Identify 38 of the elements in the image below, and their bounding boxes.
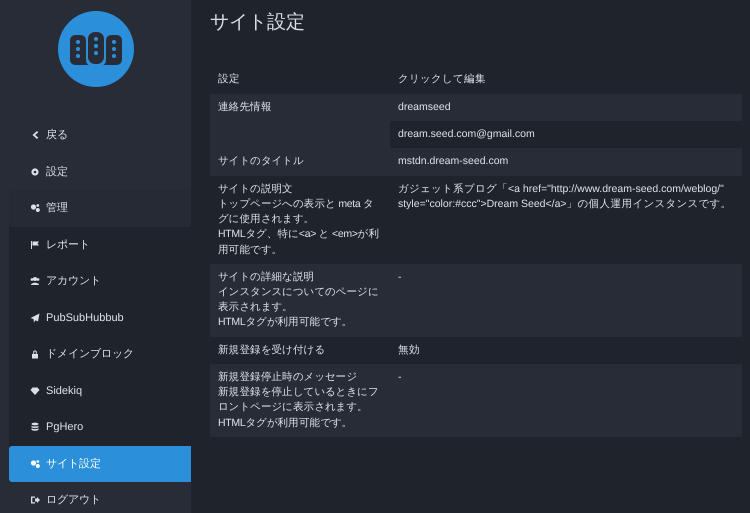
lock-icon <box>30 349 40 360</box>
setting-value[interactable]: 無効 <box>390 336 742 364</box>
logo-icon <box>58 11 134 87</box>
setting-label: サイトの説明文 トップページへの表示と meta タグに使用されます。 HTMLタグ、特に<a> と <em>が利用可能です。 <box>210 176 390 264</box>
paper-plane-icon <box>30 312 40 323</box>
database-icon <box>30 422 40 432</box>
sidebar-item[interactable]: ログアウト <box>0 482 191 513</box>
sidebar-item[interactable]: 戻る <box>0 117 191 154</box>
gear-icon <box>30 166 40 177</box>
setting-label: サイトのタイトル <box>210 148 390 176</box>
setting-value[interactable]: - <box>390 364 742 437</box>
sidebar-item[interactable]: レポート <box>9 226 191 263</box>
column-header: 設定 <box>210 64 390 94</box>
column-header: クリックして編集 <box>390 64 742 94</box>
page-title: サイト設定 <box>210 12 306 35</box>
setting-label: 新規登録を受け付ける <box>210 336 390 364</box>
setting-label: 連絡先情報 <box>210 94 390 148</box>
flag-icon <box>30 240 40 250</box>
diamond-icon <box>30 386 40 396</box>
users-icon <box>30 276 40 286</box>
setting-value[interactable]: dreamseed <box>390 94 742 122</box>
sidebar-item[interactable]: 管理 <box>9 190 191 226</box>
sidebar-item[interactable]: アカウント <box>9 263 191 300</box>
sidebar-item[interactable]: Sidekiq <box>9 372 191 409</box>
gears-icon <box>30 458 40 469</box>
sidebar-item[interactable]: PubSubHubbub <box>9 300 191 336</box>
sidebar-item[interactable]: PgHero <box>9 409 191 446</box>
setting-value[interactable]: mstdn.dream-seed.com <box>390 148 742 176</box>
setting-value[interactable]: - <box>390 264 742 337</box>
sign-out-icon <box>30 495 40 506</box>
chevron-left-icon <box>30 130 40 140</box>
setting-value[interactable]: dream.seed.com@gmail.com <box>390 121 742 148</box>
gears-icon <box>30 203 40 214</box>
setting-label: 新規登録停止時のメッセージ 新規登録を停止しているときにフロントページに表示されます。 HTMLタグが利用可能です。 <box>210 364 390 437</box>
sidebar-item[interactable]: 設定 <box>0 154 191 190</box>
sidebar-item[interactable]: ドメインブロック <box>9 336 191 372</box>
setting-label: サイトの詳細な説明 インスタンスについてのページに表示されます。 HTMLタグが利用可能です。 <box>210 264 390 337</box>
setting-value[interactable]: ガジェット系ブログ「<a href="http://www.dream-seed.com/weblog/" style="color:#ccc">Dream Seed</a>」の個人運用インスタンスです。 <box>390 176 742 264</box>
